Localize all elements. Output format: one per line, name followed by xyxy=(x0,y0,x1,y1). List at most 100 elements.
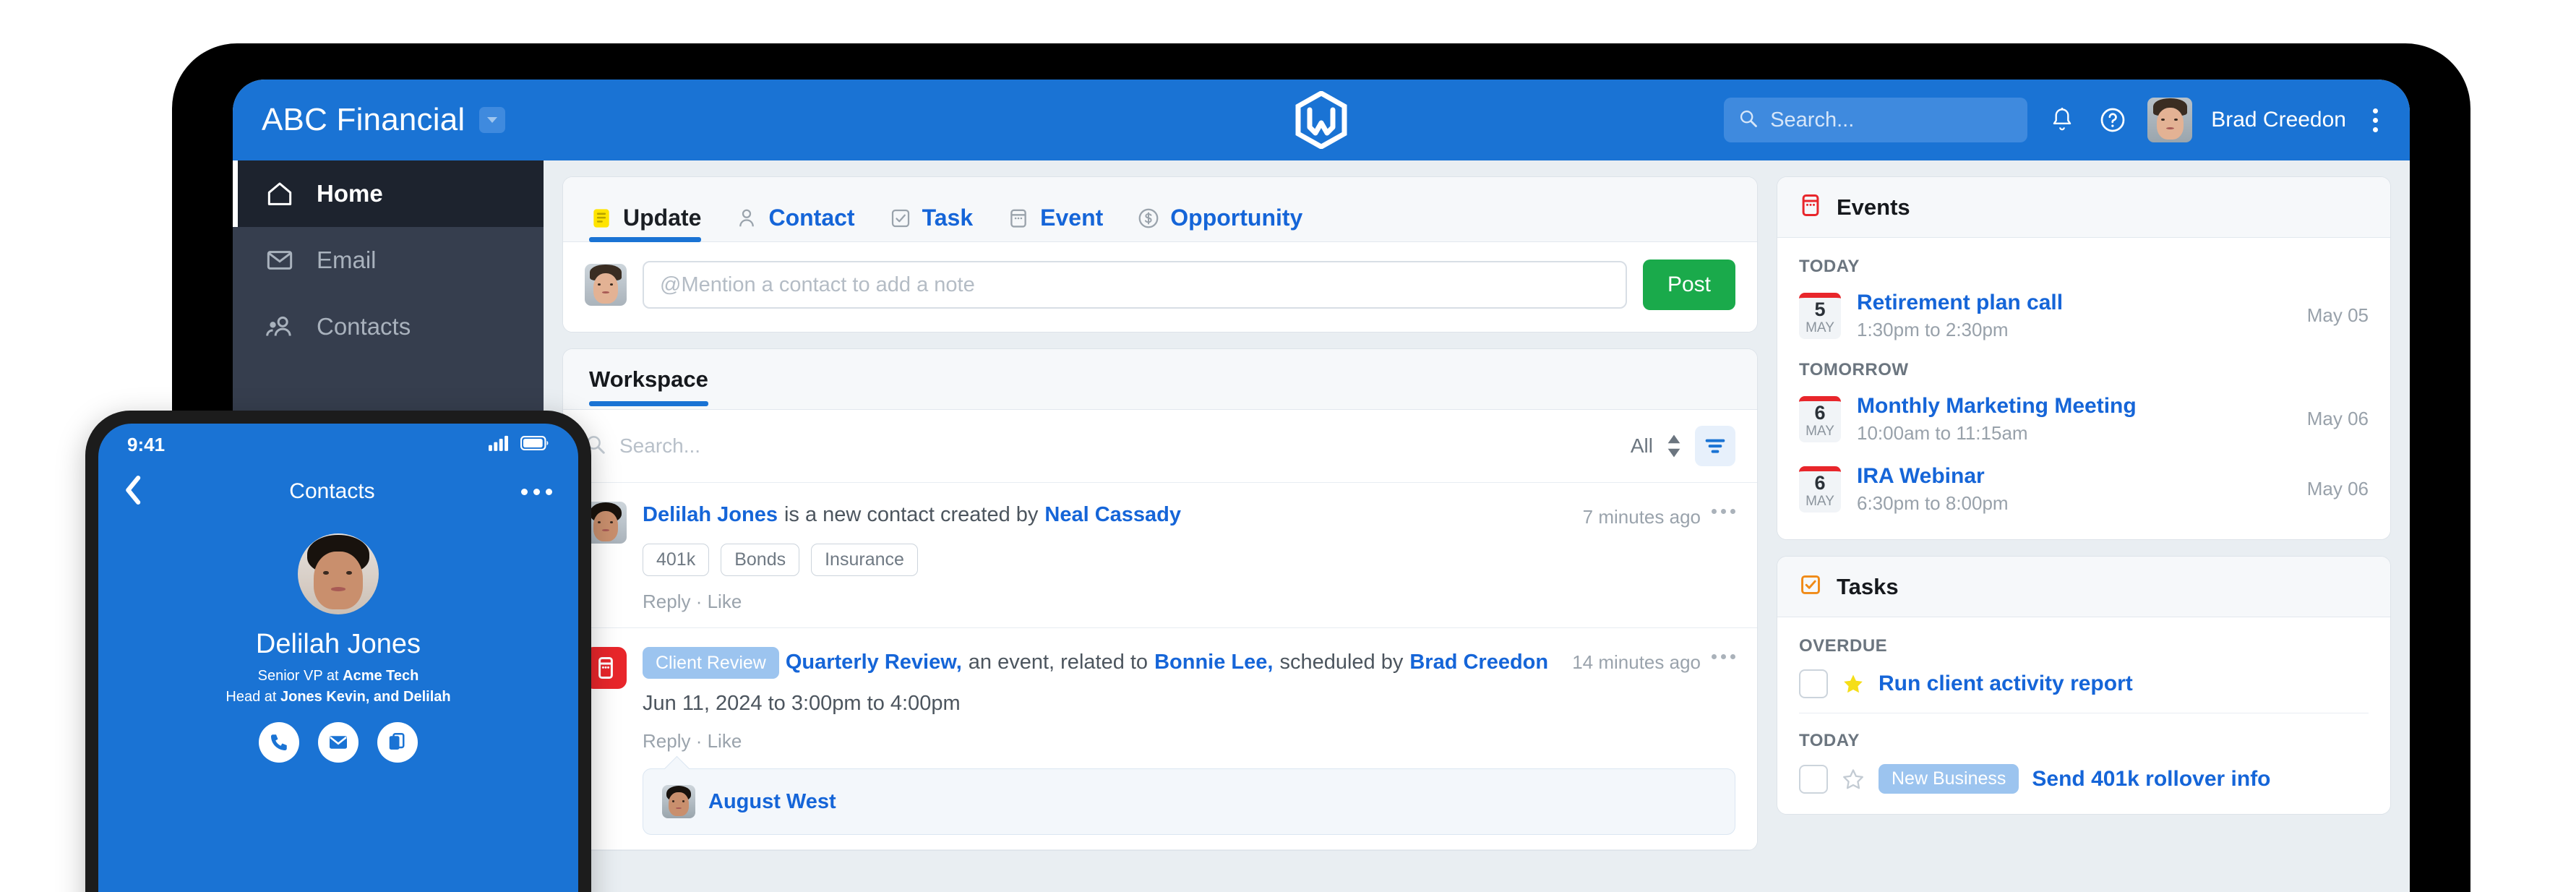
tasks-panel-header: Tasks xyxy=(1777,557,2390,617)
comment-author[interactable]: August West xyxy=(708,790,836,814)
feed-link-contact[interactable]: Delilah Jones xyxy=(643,502,778,529)
task-row[interactable]: New Business Send 401k rollover info xyxy=(1799,764,2369,794)
feed-link-scheduler[interactable]: Brad Creedon xyxy=(1409,649,1548,677)
event-row[interactable]: 6 MAY Monthly Marketing Meeting 10:00am … xyxy=(1799,393,2369,445)
event-row[interactable]: 5 MAY Retirement plan call 1:30pm to 2:3… xyxy=(1799,290,2369,341)
workspace-search-bar: Search... All xyxy=(563,410,1757,483)
task-row[interactable]: Run client activity report xyxy=(1799,669,2369,698)
event-date: May 06 xyxy=(2306,478,2369,499)
event-name[interactable]: IRA Webinar xyxy=(1857,464,1985,488)
events-panel: Events TODAY 5 MAY Retirement plan call … xyxy=(1777,176,2391,540)
star-outline-icon[interactable] xyxy=(1841,767,1866,792)
envelope-icon xyxy=(265,245,295,275)
documents-icon[interactable] xyxy=(377,722,418,763)
sidebar-item-home[interactable]: Home xyxy=(233,160,544,227)
workspace-title[interactable]: Workspace xyxy=(589,366,708,406)
task-name[interactable]: Run client activity report xyxy=(1879,672,2133,696)
head-company: Jones Kevin, and Delilah xyxy=(280,689,451,705)
sort-label[interactable]: All xyxy=(1631,434,1653,458)
tasks-group-label: TODAY xyxy=(1799,731,1860,750)
kebab-menu-icon[interactable] xyxy=(520,488,552,495)
sidebar-item-email[interactable]: Email xyxy=(233,227,544,293)
help-circle-icon[interactable] xyxy=(2097,104,2129,136)
post-button[interactable]: Post xyxy=(1643,260,1735,310)
task-checkbox[interactable] xyxy=(1799,669,1828,698)
star-filled-icon[interactable] xyxy=(1841,672,1866,696)
event-name[interactable]: Monthly Marketing Meeting xyxy=(1857,394,2137,418)
calendar-icon xyxy=(1006,206,1031,231)
event-name[interactable]: Retirement plan call xyxy=(1857,291,2063,314)
tag[interactable]: Bonds xyxy=(721,543,800,576)
notification-bell-icon[interactable] xyxy=(2046,104,2078,136)
composer-avatar xyxy=(585,264,627,306)
events-panel-title: Events xyxy=(1837,194,1910,220)
filter-lines-icon[interactable] xyxy=(1695,426,1735,466)
cellular-signal-icon xyxy=(489,435,510,455)
phone-contact-name: Delilah Jones xyxy=(255,629,421,659)
tag[interactable]: 401k xyxy=(643,543,710,576)
sort-updown-icon[interactable] xyxy=(1666,434,1682,458)
phone-contact-roles: Senior VP at Acme Tech Head at Jones Kev… xyxy=(98,666,578,708)
reply-like-actions[interactable]: Reply · Like xyxy=(643,591,1735,613)
tasks-panel: Tasks OVERDUE Run client activity report xyxy=(1777,556,2391,815)
workspace-search-input[interactable]: Search... xyxy=(619,434,1618,458)
screenshot-root: ABC Financial Search... Brad Creedon Hom… xyxy=(0,0,2576,892)
tab-label: Event xyxy=(1040,205,1104,231)
tab-opportunity[interactable]: Opportunity xyxy=(1136,205,1302,241)
tab-task[interactable]: Task xyxy=(888,205,973,241)
event-month: MAY xyxy=(1806,494,1834,510)
reply-like-actions[interactable]: Reply · Like xyxy=(643,730,1735,752)
tab-label: Update xyxy=(623,205,702,231)
person-icon xyxy=(734,206,759,231)
event-date-chip: 5 MAY xyxy=(1799,292,1841,339)
tab-label: Contact xyxy=(768,205,855,231)
feed-text: Client Review Quarterly Review, an event… xyxy=(643,646,1735,679)
tag[interactable]: Insurance xyxy=(811,543,918,576)
right-column: Events TODAY 5 MAY Retirement plan call … xyxy=(1777,176,2391,892)
tab-event[interactable]: Event xyxy=(1006,205,1103,241)
chevron-down-icon[interactable] xyxy=(479,107,506,133)
composer-body: @Mention a contact to add a note Post xyxy=(563,242,1757,332)
dollar-circle-icon xyxy=(1136,206,1161,231)
feed-item[interactable]: 14 minutes ago Client Review Quarterly R… xyxy=(563,628,1757,851)
event-row[interactable]: 6 MAY IRA Webinar 6:30pm to 8:00pm May 0… xyxy=(1799,463,2369,515)
task-checkbox[interactable] xyxy=(1799,764,1828,794)
event-day: 5 xyxy=(1814,299,1826,321)
checkbox-icon xyxy=(888,206,913,231)
brand[interactable]: ABC Financial xyxy=(262,102,506,138)
feed-text: Delilah Jones is a new contact created b… xyxy=(643,502,1735,529)
search-input[interactable]: Search... xyxy=(1724,98,2028,142)
phone-nav-title: Contacts xyxy=(289,479,375,503)
phone-icon[interactable] xyxy=(259,722,299,763)
kebab-menu-icon[interactable] xyxy=(2365,108,2385,132)
feed-item[interactable]: 7 minutes ago Delilah Jones is a new con… xyxy=(563,483,1757,628)
tag-list: 401k Bonds Insurance xyxy=(643,543,1735,576)
avatar-face xyxy=(2147,98,2192,142)
sidebar-item-contacts[interactable]: Contacts xyxy=(233,293,544,360)
user-name[interactable]: Brad Creedon xyxy=(2211,108,2346,132)
events-panel-body: TODAY 5 MAY Retirement plan call 1:30pm … xyxy=(1777,238,2390,539)
search-icon xyxy=(1738,108,1759,132)
tasks-panel-title: Tasks xyxy=(1837,573,1899,599)
feed-link-creator[interactable]: Neal Cassady xyxy=(1044,502,1181,529)
main-content: Update Contact Task Event Opportunity @M… xyxy=(544,160,2410,892)
phone-screen: 9:41 Contacts Delilah Jones Senior VP at xyxy=(98,424,578,892)
note-input[interactable]: @Mention a contact to add a note xyxy=(643,261,1627,309)
comment-avatar xyxy=(662,785,695,819)
tab-contact[interactable]: Contact xyxy=(734,205,855,241)
tab-update[interactable]: Update xyxy=(589,205,702,242)
role-company: Acme Tech xyxy=(343,668,419,684)
chevron-left-icon[interactable] xyxy=(124,475,143,508)
feed-link-related[interactable]: Bonnie Lee, xyxy=(1154,649,1273,677)
tasks-panel-body: OVERDUE Run client activity report TODAY xyxy=(1777,617,2390,814)
task-name[interactable]: Send 401k rollover info xyxy=(2032,767,2270,792)
avatar[interactable] xyxy=(2147,98,2193,142)
envelope-icon[interactable] xyxy=(318,722,359,763)
kebab-menu-icon[interactable] xyxy=(1712,509,1735,514)
center-column: Update Contact Task Event Opportunity @M… xyxy=(562,176,1758,892)
calendar-icon xyxy=(1799,192,1822,222)
sidebar-item-label: Contacts xyxy=(317,313,411,340)
kebab-menu-icon[interactable] xyxy=(1712,653,1735,659)
composer-card: Update Contact Task Event Opportunity @M… xyxy=(562,176,1758,333)
feed-link-event[interactable]: Quarterly Review, xyxy=(786,649,962,677)
